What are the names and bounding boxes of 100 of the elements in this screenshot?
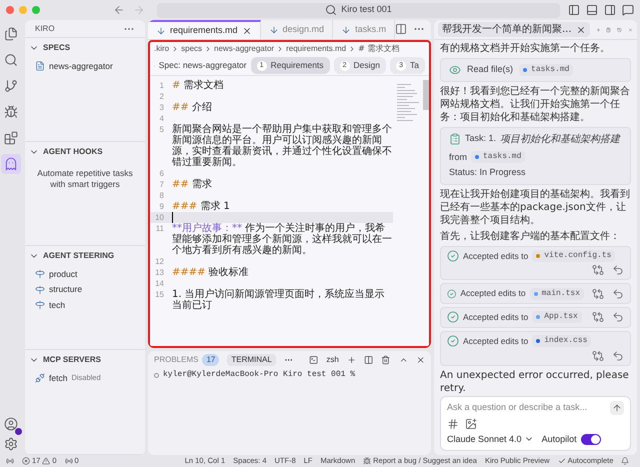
send-button[interactable] bbox=[610, 400, 624, 414]
section-header[interactable]: AGENT HOOKS bbox=[25, 142, 145, 162]
spec-label: Spec: news-aggregator bbox=[158, 59, 247, 72]
eye-icon bbox=[449, 64, 461, 76]
chat-message: An unexpected error occurred, please retry. bbox=[440, 368, 630, 394]
file-chip[interactable]: tasks.md bbox=[471, 151, 526, 164]
chat-message: 首先，让我创建客户端的基本配置文件： bbox=[440, 230, 621, 242]
account-icon[interactable] bbox=[4, 417, 18, 431]
panel-tab[interactable]: TERMINAL bbox=[227, 354, 276, 366]
command-search-field[interactable]: Kiro test 001 bbox=[156, 2, 560, 18]
section-header[interactable]: SPECS bbox=[25, 38, 145, 58]
shell-label[interactable]: zsh bbox=[326, 354, 339, 366]
breadcrumb-item[interactable]: news-aggregator bbox=[214, 43, 274, 55]
code-line: # 需求文档 bbox=[172, 80, 225, 91]
scrollbar-thumb[interactable] bbox=[423, 80, 429, 110]
compare-icon[interactable] bbox=[592, 311, 604, 324]
add-icon[interactable] bbox=[346, 354, 356, 366]
undo-icon[interactable] bbox=[612, 311, 624, 324]
minimap bbox=[397, 84, 419, 121]
file-chip[interactable]: App.tsx bbox=[532, 311, 582, 324]
file-chip[interactable]: main.tsx bbox=[530, 288, 584, 300]
code-line: #### 验收标准 bbox=[172, 267, 250, 278]
undo-icon[interactable] bbox=[612, 350, 624, 362]
section-header[interactable]: MCP SERVERS bbox=[25, 350, 145, 370]
line-number: 14 bbox=[154, 278, 165, 289]
clipboard-icon bbox=[449, 133, 461, 145]
blocks-icon bbox=[4, 131, 18, 145]
breadcrumb-item[interactable]: specs bbox=[181, 43, 202, 55]
check-circle-icon bbox=[447, 250, 459, 262]
ports-icon bbox=[64, 457, 73, 465]
breadcrumb-item[interactable]: requirements.md bbox=[286, 43, 346, 55]
panel-right-icon[interactable] bbox=[604, 4, 616, 16]
warning-icon bbox=[42, 457, 50, 465]
plug-icon bbox=[35, 372, 45, 383]
sidebar-item[interactable]: tech bbox=[49, 299, 66, 312]
signpost-icon bbox=[35, 300, 45, 310]
code-line: 新闻聚合网站是一个帮助用户集中获取和管理多个新闻源信息的平台。用户可以订阅感兴趣的新闻源，实时查看最新资讯，并通过个性化设置确保不错过重要新闻。 bbox=[172, 124, 393, 168]
compare-icon[interactable] bbox=[592, 264, 604, 276]
task-from: from bbox=[449, 150, 467, 164]
back-icon[interactable] bbox=[112, 4, 125, 16]
split-icon[interactable] bbox=[395, 23, 408, 35]
hash-icon[interactable] bbox=[447, 418, 459, 430]
line-number: 9 bbox=[158, 201, 165, 212]
breadcrumb-item[interactable]: .kiro bbox=[154, 43, 170, 55]
image-icon[interactable] bbox=[465, 418, 477, 430]
line-number: 5 bbox=[158, 124, 165, 136]
bell-icon[interactable] bbox=[621, 457, 630, 465]
line-number: 13 bbox=[154, 267, 165, 278]
line-number: 6 bbox=[158, 168, 165, 179]
panel-bottom-icon[interactable] bbox=[586, 4, 598, 16]
trash-icon[interactable] bbox=[381, 354, 391, 366]
line-number: 15 bbox=[154, 289, 165, 301]
sidebar-item[interactable]: fetch bbox=[49, 372, 68, 384]
task-prefix: Task: 1. bbox=[465, 132, 496, 146]
chat-icon[interactable] bbox=[622, 4, 634, 16]
autopilot-label: Autopilot bbox=[542, 432, 577, 446]
settings-icon[interactable] bbox=[4, 437, 18, 451]
sidebar-item[interactable]: structure bbox=[49, 283, 82, 296]
panel-left-icon[interactable] bbox=[568, 4, 580, 16]
file-chip[interactable]: vite.config.ts bbox=[532, 250, 616, 262]
branch-icon bbox=[4, 79, 18, 93]
line-number: 4 bbox=[158, 113, 165, 124]
chat-tab[interactable]: 帮我开发一个简单的新闻聚... bbox=[438, 22, 590, 37]
sidebar-item[interactable]: news-aggregator bbox=[49, 60, 113, 72]
markdown-icon bbox=[156, 26, 166, 36]
compare-icon[interactable] bbox=[592, 350, 604, 362]
close-icon[interactable] bbox=[242, 26, 252, 36]
file-chip[interactable]: index.css bbox=[532, 335, 592, 348]
markdown-icon bbox=[268, 24, 279, 34]
edit-label: Accepted edits to bbox=[463, 250, 528, 262]
section-header[interactable]: AGENT STEERING bbox=[25, 246, 145, 266]
file-chip[interactable]: tasks.md bbox=[519, 64, 574, 76]
sidebar-item[interactable]: product bbox=[49, 268, 78, 280]
close-icon[interactable] bbox=[576, 24, 586, 34]
line-number: 3 bbox=[158, 102, 165, 113]
line-number: 2 bbox=[158, 91, 165, 102]
check-circle-icon bbox=[447, 311, 459, 324]
check-circle-icon bbox=[447, 335, 459, 348]
undo-icon[interactable] bbox=[612, 264, 624, 276]
task-title[interactable]: 项目初始化和基础架构搭建 bbox=[500, 132, 620, 146]
undo-icon[interactable] bbox=[612, 288, 624, 300]
terminal-line: kyler@KylerdeMacBook-Pro Kiro test 001 % bbox=[163, 369, 356, 381]
compare-icon[interactable] bbox=[592, 288, 604, 300]
remote-icon[interactable] bbox=[6, 457, 14, 465]
editor-tab[interactable]: requirements.md bbox=[148, 20, 261, 39]
panel-tab[interactable]: PROBLEMS 17 bbox=[154, 354, 220, 366]
line-number: 12 bbox=[154, 256, 165, 267]
activity-button[interactable] bbox=[1, 154, 21, 174]
ghost-icon bbox=[4, 157, 18, 171]
breadcrumb-item[interactable]: # 需求文档 bbox=[358, 43, 400, 55]
chat-input[interactable]: Ask a question or describe a task... bbox=[447, 400, 610, 414]
autopilot-switch[interactable] bbox=[580, 434, 601, 445]
search-icon bbox=[4, 53, 18, 67]
model-select[interactable]: Claude Sonnet 4.0 bbox=[447, 432, 534, 446]
split-icon[interactable] bbox=[364, 354, 374, 366]
check-icon bbox=[558, 457, 566, 465]
sidebar-title: KIRO bbox=[35, 22, 55, 34]
signpost-icon bbox=[35, 268, 45, 279]
window-title: Kiro test 001 bbox=[341, 3, 392, 16]
text-cursor bbox=[172, 212, 173, 223]
